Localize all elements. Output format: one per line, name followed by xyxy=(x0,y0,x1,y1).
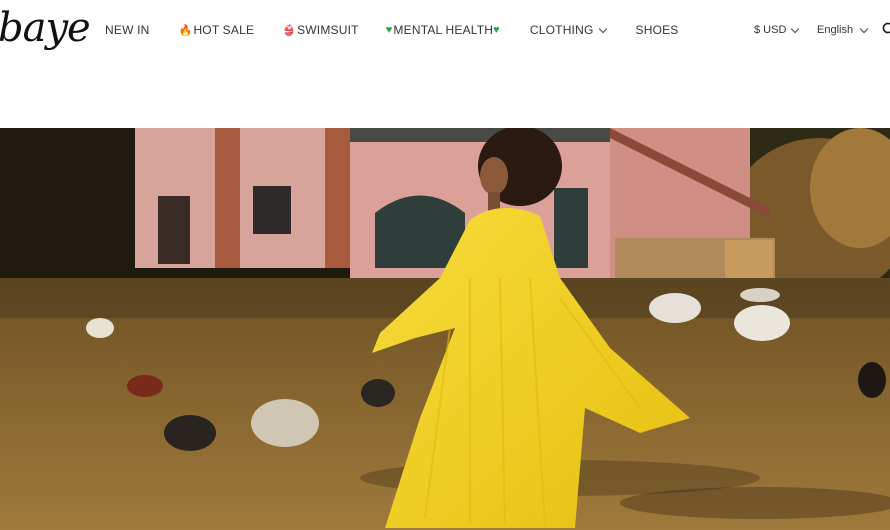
main-nav: NEW IN 🔥 HOT SALE 👙 SWIMSUIT ♥ MENTAL HE… xyxy=(105,23,679,37)
rooster xyxy=(127,375,163,397)
hero-banner[interactable] xyxy=(0,128,890,530)
chicken xyxy=(86,318,114,338)
fire-icon: 🔥 xyxy=(178,24,193,37)
chevron-down-icon xyxy=(598,24,607,33)
nav-item-clothing[interactable]: CLOTHING xyxy=(529,23,607,37)
chevron-down-icon xyxy=(791,24,800,33)
page: baye NEW IN 🔥 HOT SALE 👙 SWIMSUIT ♥ MENT… xyxy=(0,0,890,530)
nav-item-hot-sale[interactable]: 🔥 HOT SALE xyxy=(179,23,255,37)
language-selector[interactable]: English xyxy=(817,24,869,36)
nav-item-label: SWIMSUIT xyxy=(297,23,359,37)
crane xyxy=(649,293,701,323)
currency-selector[interactable]: $ USD xyxy=(754,24,800,36)
chevron-down-icon xyxy=(859,24,869,33)
brand-logo[interactable]: baye xyxy=(0,2,91,54)
currency-label: $ USD xyxy=(754,24,787,36)
hero-image xyxy=(0,128,890,530)
green-heart-icon: ♥ xyxy=(385,24,393,36)
nav-item-swimsuit[interactable]: 👙 SWIMSUIT xyxy=(282,23,359,37)
black-duck xyxy=(858,362,886,398)
goose xyxy=(251,399,319,447)
nav-item-new-in[interactable]: NEW IN xyxy=(105,23,150,37)
nav-item-label: CLOTHING xyxy=(529,23,594,37)
swimsuit-icon: 👙 xyxy=(282,24,297,37)
language-label: English xyxy=(817,24,854,36)
nav-item-mental-health[interactable]: ♥ MENTAL HEALTH ♥ xyxy=(386,23,501,37)
hen xyxy=(164,415,216,451)
duck xyxy=(361,379,395,407)
nav-item-label: MENTAL HEALTH xyxy=(393,23,494,37)
nav-item-label: SHOES xyxy=(635,23,679,37)
nav-item-label: HOT SALE xyxy=(193,23,255,37)
turkey-white xyxy=(734,305,790,341)
search-icon[interactable] xyxy=(882,22,890,36)
site-header: baye NEW IN 🔥 HOT SALE 👙 SWIMSUIT ♥ MENT… xyxy=(0,0,890,64)
green-heart-icon: ♥ xyxy=(493,24,500,36)
nav-item-label: NEW IN xyxy=(105,23,150,37)
nav-item-shoes[interactable]: SHOES xyxy=(636,23,679,37)
